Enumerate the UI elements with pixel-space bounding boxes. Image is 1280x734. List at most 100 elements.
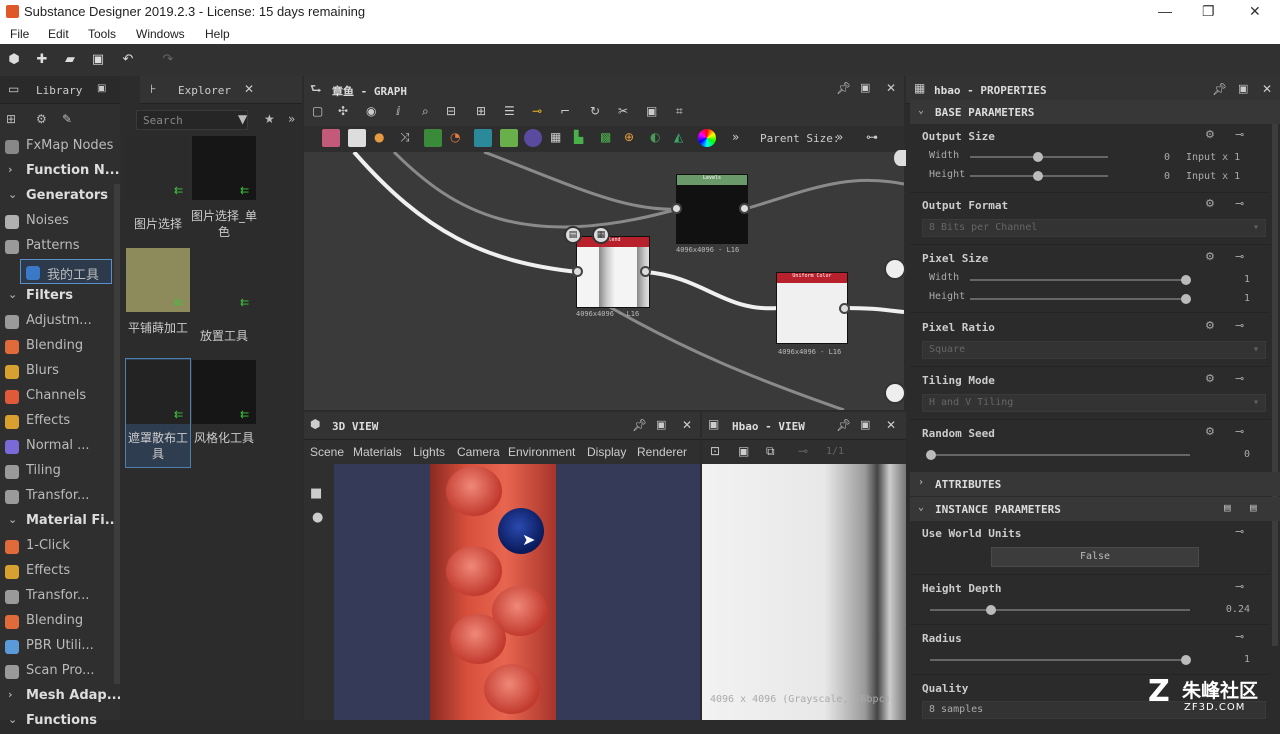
menu-scene[interactable]: Scene (310, 445, 344, 459)
library-item[interactable]: Transfor... (0, 584, 112, 609)
menu-tools[interactable]: Tools (88, 27, 116, 41)
explorer-tab[interactable]: ⊦ Explorer ✕ (140, 76, 302, 104)
blend-node-icon[interactable]: ⊕ (624, 130, 634, 144)
share-icon[interactable]: ⊞ (476, 104, 486, 118)
reset-param-icon[interactable]: ⊸ (1235, 580, 1249, 593)
output-width-slider[interactable] (970, 152, 1108, 162)
favorite-icon[interactable]: ★ (264, 112, 275, 126)
gradient-node-icon[interactable]: ◔ (450, 130, 460, 144)
reset-param-icon[interactable]: ⊸ (1235, 425, 1249, 438)
viewport-2d[interactable]: 4096 x 4096 (Grayscale, 16bpc) (702, 464, 906, 720)
node-input-port[interactable] (671, 203, 682, 214)
library-item[interactable]: Effects (0, 409, 112, 434)
random-seed-slider[interactable] (926, 450, 1190, 460)
radius-slider[interactable] (930, 655, 1191, 665)
explorer-close-icon[interactable]: ✕ (244, 82, 254, 96)
add-library-icon[interactable]: ⊞ (6, 112, 22, 126)
link-param-icon[interactable]: ⚙ (1205, 372, 1219, 385)
link-param-icon[interactable]: ⚙ (1205, 197, 1219, 210)
reset-param-icon[interactable]: ⊸ (1235, 250, 1249, 263)
offscreen-node-icon[interactable] (894, 150, 906, 166)
library-item[interactable]: PBR Utili... (0, 634, 112, 659)
expand-icon[interactable]: » (288, 112, 295, 126)
pixel-height-slider[interactable] (970, 294, 1191, 304)
curve-node-icon[interactable] (424, 129, 442, 147)
library-item[interactable]: 1-Click (0, 534, 112, 559)
document-icon[interactable]: ▤ (564, 226, 582, 244)
float-icon[interactable]: ▣ (860, 81, 870, 94)
filter-icon[interactable]: ▼ (238, 112, 247, 126)
node-output-port[interactable] (739, 203, 750, 214)
node-input-port[interactable] (572, 266, 583, 277)
transform-node-icon[interactable]: ▙ (574, 130, 583, 144)
levels-node[interactable]: Levels (676, 174, 748, 244)
more-icon[interactable]: » (732, 130, 739, 144)
library-item[interactable]: ⌄ Filters (0, 284, 112, 309)
align-icon[interactable]: ✣ (338, 104, 348, 118)
menu-environment[interactable]: Environment (508, 445, 575, 459)
list-icon[interactable]: ☰ (504, 104, 515, 118)
pin-icon[interactable]: 📌︎ (1212, 82, 1227, 96)
link-param-icon[interactable]: ⚙ (1205, 319, 1219, 332)
menu-renderer[interactable]: Renderer (637, 445, 687, 459)
base-parameters-section[interactable]: ⌄ BASE PARAMETERS (910, 100, 1280, 124)
levels-node-icon[interactable] (500, 129, 518, 147)
camera-icon[interactable]: ■ (310, 486, 322, 501)
pin-icon[interactable]: 📌︎ (836, 81, 851, 95)
attributes-section[interactable]: › ATTRIBUTES (910, 472, 1280, 496)
float-icon[interactable]: ▣ (1238, 82, 1248, 95)
tools-icon[interactable]: ✂ (618, 104, 628, 118)
library-item[interactable]: › Function N... (0, 159, 120, 184)
library-item[interactable]: Tiling (0, 459, 112, 484)
minimize-button[interactable]: — (1158, 3, 1172, 19)
layout-icon[interactable]: ⊟ (446, 104, 456, 118)
library-item[interactable]: FxMap Nodes (0, 134, 113, 159)
link-param-icon[interactable]: ⚙ (1205, 128, 1219, 141)
edit-icon[interactable]: ▤ (1224, 501, 1231, 514)
menu-file[interactable]: File (10, 27, 29, 41)
link-icon[interactable]: ⊸ (798, 444, 808, 458)
export-icon[interactable]: ▣ (646, 104, 657, 118)
checker-icon[interactable]: ▦ (592, 226, 610, 244)
connect-icon[interactable]: ⊸ (532, 104, 542, 118)
properties-close-icon[interactable]: ✕ (1262, 82, 1272, 96)
new-package-icon[interactable]: ⬢ (6, 52, 22, 68)
warp-node-icon[interactable]: ▩ (600, 130, 611, 144)
use-world-units-toggle[interactable]: False (991, 547, 1199, 567)
link-icon[interactable]: ⌐ (560, 104, 570, 118)
library-item[interactable]: Normal ... (0, 434, 112, 459)
library-item[interactable]: Blurs (0, 359, 112, 384)
pixel-width-slider[interactable] (970, 275, 1191, 285)
menu-windows[interactable]: Windows (136, 27, 185, 41)
reset-param-icon[interactable]: ⊸ (1235, 372, 1249, 385)
blur-node-icon[interactable]: ● (374, 130, 384, 144)
library-item[interactable]: ⌄ Material Fi... (0, 509, 120, 534)
properties-scrollbar[interactable] (1272, 106, 1278, 646)
float-icon[interactable]: ▣ (97, 83, 106, 94)
graph-close-icon[interactable]: ✕ (886, 81, 896, 95)
reset-param-icon[interactable]: ⊸ (1235, 630, 1249, 643)
library-item[interactable]: Adjustm... (0, 309, 112, 334)
library-item[interactable]: 我的工具 (20, 259, 112, 284)
menu-edit[interactable]: Edit (48, 27, 69, 41)
bitmap-node-icon[interactable] (322, 129, 340, 147)
save-icon[interactable]: ▣ (738, 444, 749, 458)
library-item[interactable]: › Mesh Adap... (0, 684, 122, 709)
tile-node-icon[interactable]: ▦ (550, 130, 561, 144)
output-height-slider[interactable] (970, 171, 1108, 181)
new-graph-icon[interactable]: ✚ (34, 52, 50, 68)
save-icon[interactable]: ▣ (90, 52, 106, 68)
reset-param-icon[interactable]: ⊸ (1235, 319, 1249, 332)
float-icon[interactable]: ▣ (656, 418, 666, 431)
instance-parameters-section[interactable]: ⌄ INSTANCE PARAMETERS ▤ ▤ (910, 497, 1280, 521)
library-item[interactable]: Transfor... (0, 484, 112, 509)
color-wheel-icon[interactable] (698, 129, 716, 147)
library-item[interactable]: Channels (0, 384, 112, 409)
menu-materials[interactable]: Materials (353, 445, 402, 459)
open-folder-icon[interactable]: ▰ (62, 52, 78, 68)
link-size-icon[interactable]: ⊶ (866, 130, 878, 144)
blend-node[interactable]: Blend (576, 236, 650, 308)
height-depth-slider[interactable] (930, 605, 1190, 615)
node-output-port[interactable] (640, 266, 651, 277)
document-icon[interactable]: ▤ (1250, 501, 1257, 514)
